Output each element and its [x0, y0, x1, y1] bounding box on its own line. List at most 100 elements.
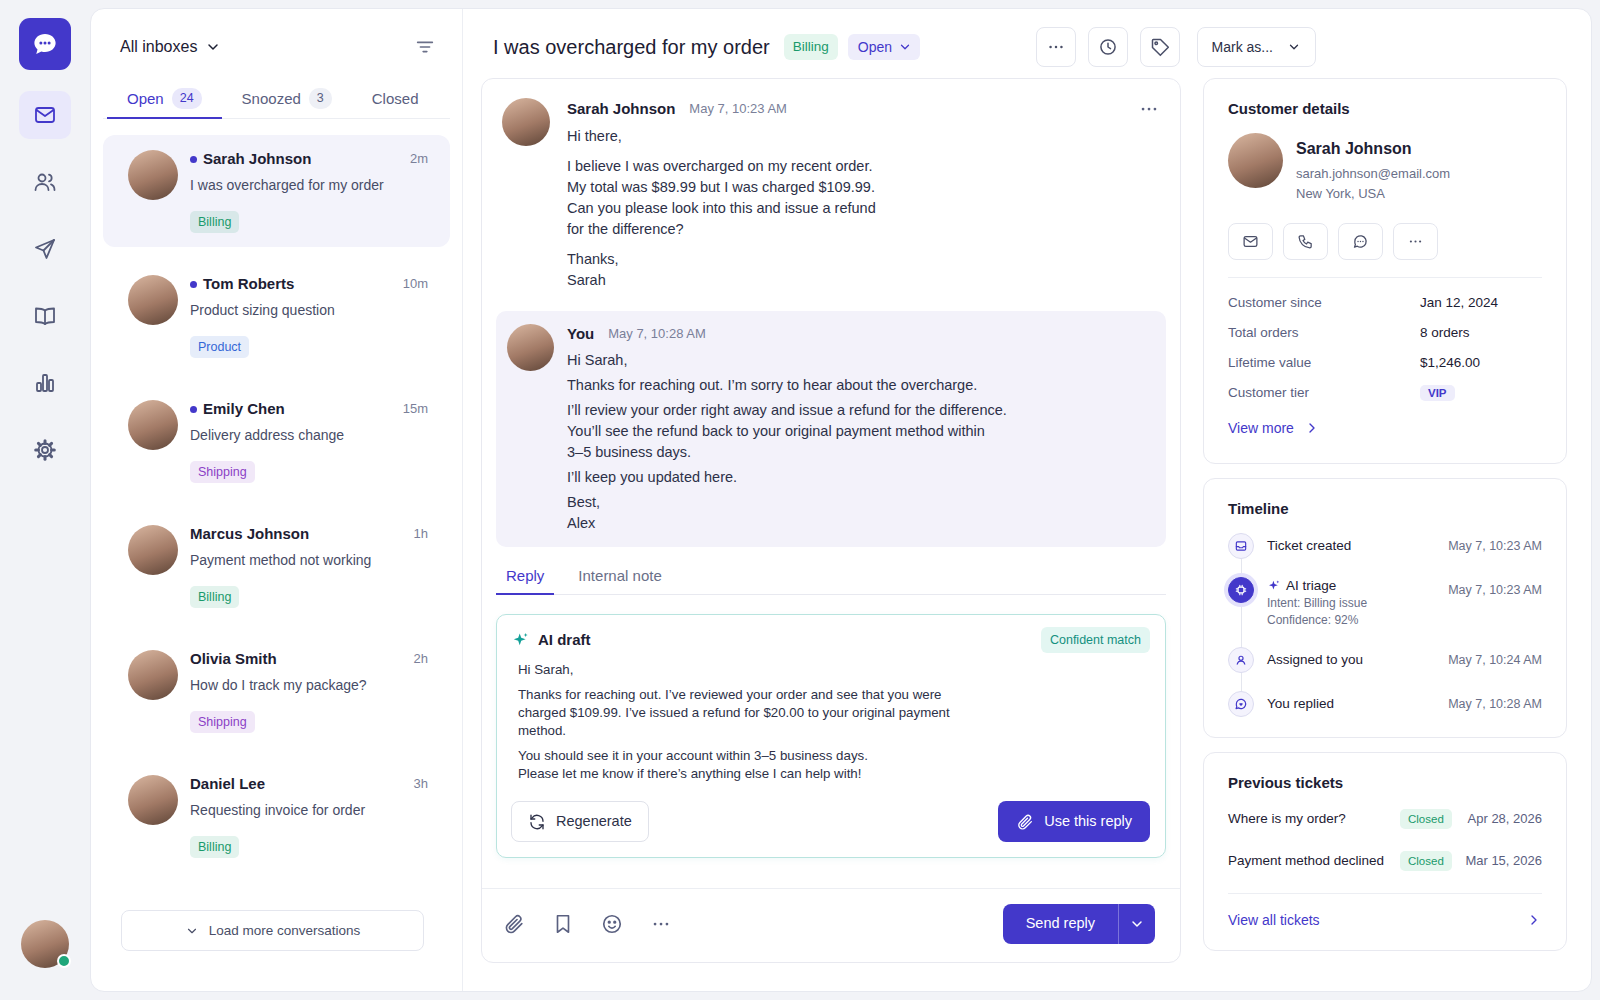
contact-name: Sarah Johnson	[203, 149, 311, 169]
sparkle-icon	[1267, 579, 1281, 593]
customer-stat: Customer sinceJan 12, 2024	[1228, 288, 1542, 318]
conversation-subject: Delivery address change	[190, 425, 428, 445]
ai-chip-icon	[1234, 583, 1248, 597]
confidence-badge: Confident match	[1041, 627, 1150, 653]
previous-ticket-row[interactable]: Payment method declinedClosedMar 15, 202…	[1228, 840, 1542, 882]
more-icon	[650, 913, 672, 935]
load-more-label: Load more conversations	[209, 921, 361, 941]
status-tab[interactable]: Snoozed3	[222, 80, 352, 119]
stat-value-wrap: VIP	[1420, 383, 1455, 403]
more-icon	[1138, 98, 1160, 120]
stat-value: Jan 12, 2024	[1420, 295, 1498, 310]
stat-value-wrap: $1,246.00	[1420, 353, 1480, 373]
email-customer-button[interactable]	[1228, 223, 1273, 260]
tab-label: Open	[127, 88, 164, 110]
send-reply-button[interactable]: Send reply	[1003, 904, 1118, 944]
attach-button[interactable]	[503, 913, 525, 935]
conversation-card: Sarah JohnsonMay 7, 10:23 AMHi there,I b…	[481, 78, 1181, 963]
conversation-item[interactable]: Sarah Johnson2mI was overcharged for my …	[103, 135, 450, 247]
event-label: You replied	[1267, 695, 1334, 713]
contact-photo	[128, 775, 178, 825]
app-logo[interactable]	[19, 18, 71, 70]
ai-draft-card: AI draftConfident matchHi Sarah,Thanks f…	[496, 614, 1166, 858]
more-customer-actions-button[interactable]	[1393, 223, 1438, 260]
chevron-down-icon	[205, 39, 221, 55]
use-reply-label: Use this reply	[1044, 811, 1132, 832]
customer-stat: Customer tierVIP	[1228, 378, 1542, 408]
more-tools-button[interactable]	[650, 913, 672, 935]
tab-count: 3	[309, 88, 332, 108]
view-more-link[interactable]: View more	[1228, 413, 1320, 443]
message-author: You	[567, 324, 594, 344]
ticket-subject: Where is my order?	[1228, 809, 1400, 829]
snooze-button[interactable]	[1088, 27, 1128, 67]
load-more-button[interactable]: Load more conversations	[121, 910, 424, 951]
event-time: May 7, 10:24 AM	[1440, 647, 1542, 673]
status-tab[interactable]: Open24	[107, 80, 222, 119]
knowledge-base-nav[interactable]	[19, 292, 71, 340]
regenerate-button[interactable]: Regenerate	[511, 801, 649, 842]
conversation-item[interactable]: Olivia Smith2hHow do I track my package?…	[103, 635, 450, 747]
settings-nav[interactable]	[19, 426, 71, 474]
contacts-nav[interactable]	[19, 158, 71, 206]
category-badge: Billing	[784, 34, 838, 60]
event-marker	[1228, 577, 1254, 603]
send-options-button[interactable]	[1118, 904, 1155, 944]
composer-tab[interactable]: Internal note	[568, 559, 671, 595]
chat-customer-button[interactable]	[1338, 223, 1383, 260]
contact-photo	[128, 525, 178, 575]
tag-button[interactable]	[1140, 27, 1180, 67]
composer-tab[interactable]: Reply	[496, 559, 554, 595]
text-line: You’ll see the refund back to your origi…	[567, 421, 1155, 442]
more-actions-button[interactable]	[1036, 27, 1076, 67]
name-line: Sarah Johnson2m	[190, 149, 428, 169]
conversation-item[interactable]: Daniel Lee3hRequesting invoice for order…	[103, 760, 450, 872]
use-reply-button[interactable]: Use this reply	[998, 801, 1150, 842]
ticket-panel: I was overcharged for my orderBillingOpe…	[463, 9, 1591, 991]
mark-as-dropdown[interactable]: Mark as...	[1197, 27, 1316, 67]
conversation-item[interactable]: Marcus Johnson1hPayment method not worki…	[103, 510, 450, 622]
reports-nav[interactable]	[19, 359, 71, 407]
emoji-button[interactable]	[601, 913, 623, 935]
send-split-button: Send reply	[1003, 904, 1155, 944]
conversation-item[interactable]: Tom Roberts10mProduct sizing questionPro…	[103, 260, 450, 372]
status-tab[interactable]: Closed	[352, 80, 439, 119]
conversation-tag: Product	[190, 336, 249, 358]
status-dropdown[interactable]: Open	[848, 34, 920, 60]
call-customer-button[interactable]	[1283, 223, 1328, 260]
person-icon	[1234, 653, 1248, 667]
contact-name: Marcus Johnson	[190, 524, 309, 544]
text-line: Hi there,	[567, 126, 1160, 147]
event-detail: Confidence: 92%	[1267, 612, 1440, 629]
text-line: You should see it in your account within…	[518, 747, 1150, 765]
smiley-icon	[601, 913, 623, 935]
users-icon	[33, 170, 57, 194]
previous-ticket-row[interactable]: Where is my order?ClosedApr 28, 2026	[1228, 798, 1542, 840]
filter-button[interactable]	[414, 36, 436, 58]
stat-value: 8 orders	[1420, 325, 1470, 340]
chevron-right-icon	[1526, 912, 1542, 928]
event-marker	[1228, 533, 1254, 559]
user-avatar[interactable]	[21, 920, 69, 968]
text-line: Thanks for reaching out. I’ve reviewed y…	[518, 686, 1150, 704]
book-icon	[33, 304, 57, 328]
contact-name: Tom Roberts	[203, 274, 294, 294]
mail-icon	[1242, 233, 1259, 250]
message-time: May 7, 10:28 AM	[608, 324, 706, 344]
inbox-selector[interactable]: All inboxes	[120, 35, 221, 58]
text-line: for the difference?	[567, 219, 1160, 240]
bookmark-icon	[552, 913, 574, 935]
more-icon	[1407, 233, 1424, 250]
view-all-tickets-link[interactable]: View all tickets	[1228, 905, 1542, 935]
previous-tickets-card: Previous ticketsWhere is my order?Closed…	[1203, 752, 1567, 951]
stat-label: Total orders	[1228, 323, 1420, 343]
text-line: Thanks,	[567, 249, 1160, 270]
inbox-nav[interactable]	[19, 91, 71, 139]
message-menu-button[interactable]	[1138, 98, 1160, 120]
chevron-down-icon	[1287, 40, 1301, 54]
mail-icon	[33, 103, 57, 127]
campaigns-nav[interactable]	[19, 225, 71, 273]
stat-value: $1,246.00	[1420, 355, 1480, 370]
saved-replies-button[interactable]	[552, 913, 574, 935]
conversation-item[interactable]: Emily Chen15mDelivery address changeShip…	[103, 385, 450, 497]
